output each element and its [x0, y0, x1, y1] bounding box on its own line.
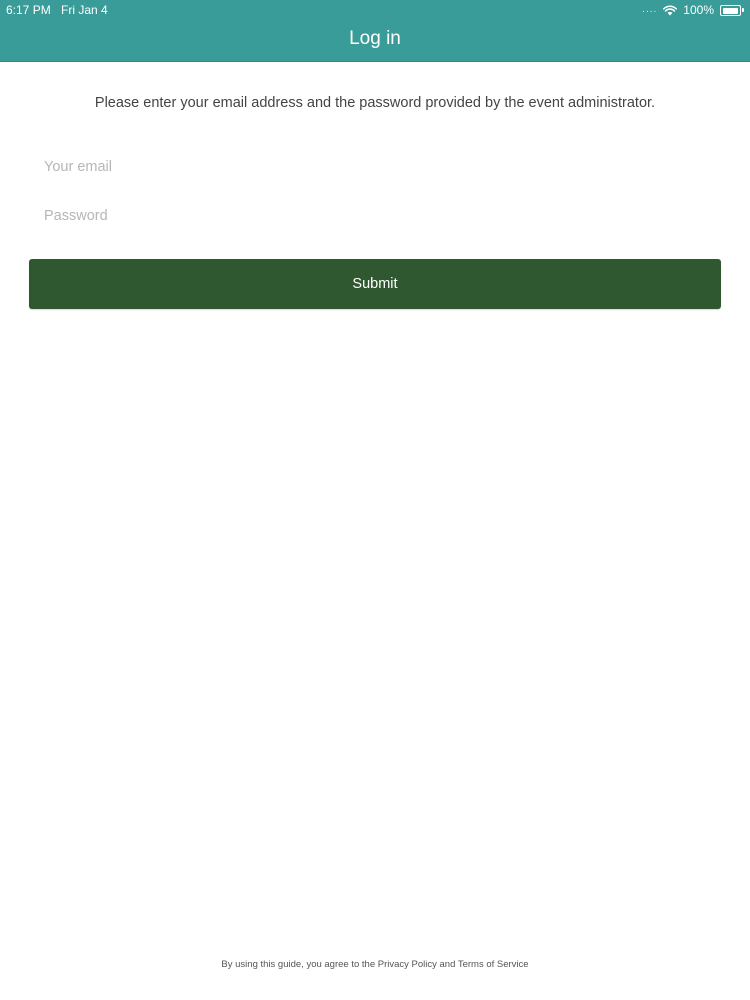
- password-field[interactable]: [30, 194, 720, 238]
- status-bar: 6:17 PM Fri Jan 4 .... 100%: [0, 0, 750, 20]
- cellular-signal-icon: ....: [642, 3, 658, 15]
- battery-percent: 100%: [683, 3, 714, 17]
- wifi-icon: [663, 4, 678, 15]
- status-time: 6:17 PM: [6, 3, 51, 17]
- submit-button[interactable]: Submit: [29, 259, 721, 309]
- status-date: Fri Jan 4: [61, 3, 108, 17]
- login-screen: 6:17 PM Fri Jan 4 .... 100% Log in Pleas…: [0, 0, 750, 1000]
- page-title: Log in: [349, 28, 401, 49]
- login-instructions: Please enter your email address and the …: [94, 95, 656, 111]
- status-indicators: .... 100%: [642, 3, 744, 17]
- battery-icon: [720, 4, 744, 16]
- email-field[interactable]: [30, 145, 720, 189]
- terms-footer: By using this guide, you agree to the Pr…: [221, 959, 529, 970]
- app-header: 6:17 PM Fri Jan 4 .... 100% Log in: [0, 0, 750, 62]
